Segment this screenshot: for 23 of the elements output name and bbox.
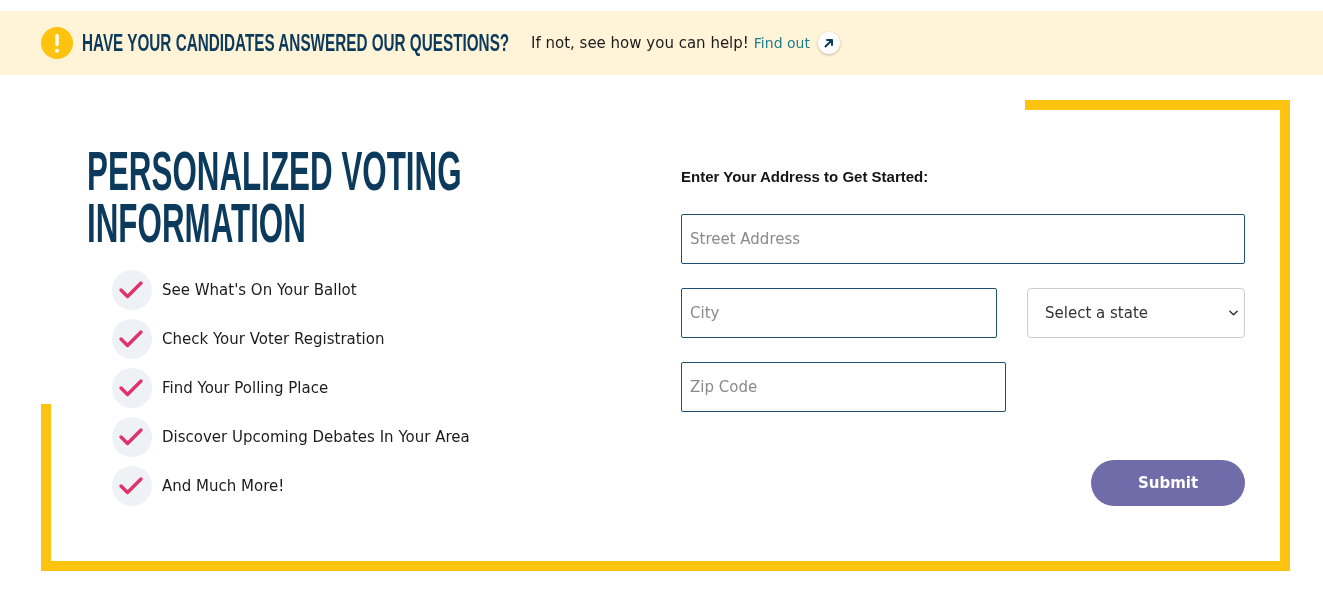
feature-text: Find Your Polling Place xyxy=(162,379,329,397)
banner-title: HAVE YOUR CANDIDATES ANSWERED OUR QUESTIONS? xyxy=(82,29,510,57)
feature-text: See What's On Your Ballot xyxy=(162,281,357,299)
check-icon xyxy=(112,270,152,310)
feature-text: And Much More! xyxy=(162,477,285,495)
feature-text: Discover Upcoming Debates In Your Area xyxy=(162,428,470,446)
check-icon xyxy=(112,466,152,506)
arrow-up-right-icon xyxy=(817,32,840,54)
state-dropdown[interactable]: Select a state xyxy=(1027,288,1245,338)
alert-icon xyxy=(41,27,73,59)
find-out-link[interactable]: Find out xyxy=(753,32,840,54)
check-icon xyxy=(112,417,152,457)
chevron-down-icon xyxy=(1229,310,1238,316)
input-field[interactable]: City xyxy=(681,288,997,338)
submit-button[interactable]: Submit xyxy=(1091,460,1245,506)
page-heading: PERSONALIZED VOTING INFORMATION xyxy=(87,145,463,249)
banner-text: If not, see how you can help! xyxy=(531,34,749,52)
feature-text: Check Your Voter Registration xyxy=(162,330,385,348)
input-field[interactable]: Zip Code xyxy=(681,362,1006,412)
form-label: Enter Your Address to Get Started: xyxy=(681,168,930,186)
input-field[interactable]: Street Address xyxy=(681,214,1245,264)
check-icon xyxy=(112,368,152,408)
check-icon xyxy=(112,319,152,359)
